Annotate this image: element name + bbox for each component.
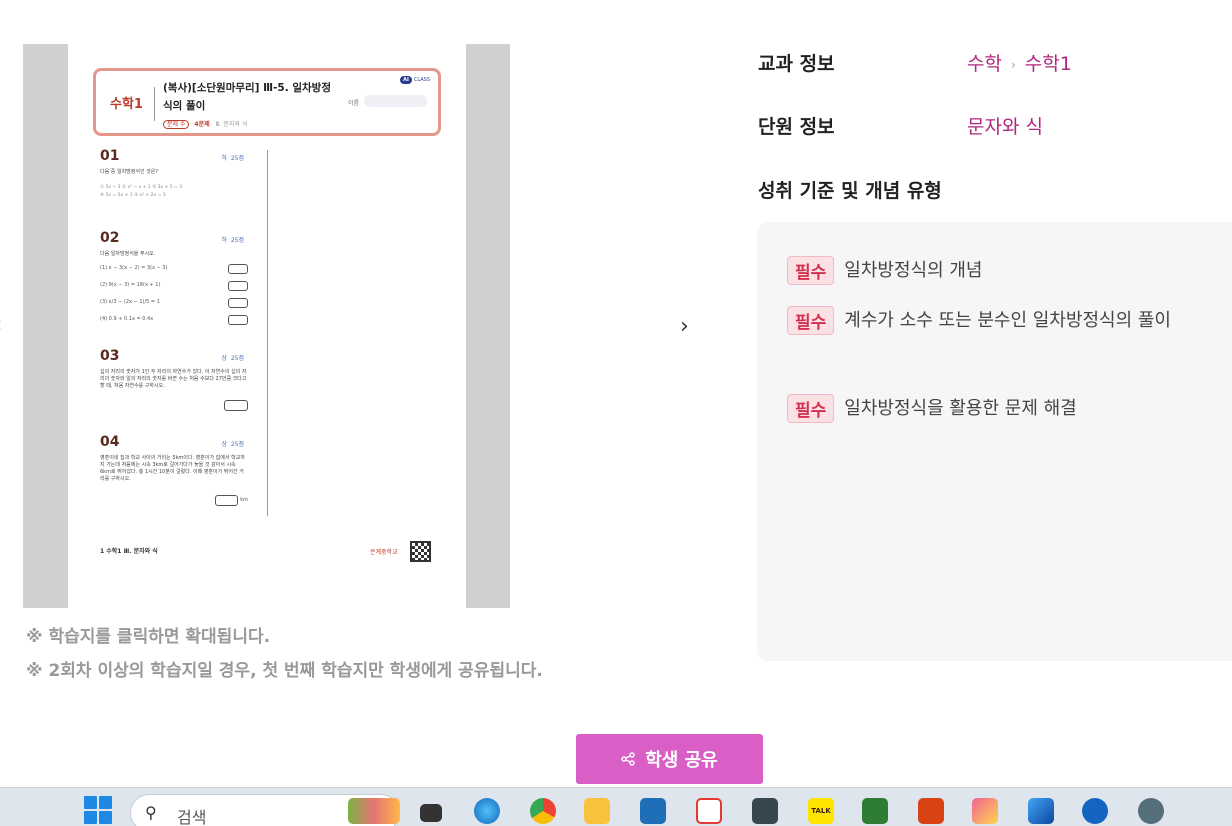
answer-box: [228, 281, 248, 291]
column-divider: [267, 150, 268, 516]
task-view-icon[interactable]: [420, 804, 442, 822]
question-text: 영훈이네 집과 학교 사이의 거리는 5km이다. 영훈이가 집에서 학교까지 …: [100, 455, 245, 482]
concept-item: 필수 계수가 소수 또는 분수인 일차방정식의 풀이: [787, 306, 1219, 335]
required-badge: 필수: [787, 306, 835, 335]
subject-info-label: 교과 정보: [758, 53, 835, 75]
question-options: ① 5x − 3 ② x² − x + 1 ③ 3x + 5 = 3 ④ 5x …: [100, 185, 183, 198]
required-badge: 필수: [787, 256, 835, 285]
answer-box: [228, 298, 248, 308]
worksheet-header: 수학1 (복사)[소단원마무리] Ⅲ-5. 일차방정식의 풀이 문제 수 4문제…: [93, 68, 441, 136]
worksheet-subject: 수학1: [110, 97, 143, 112]
sub-question: (2) 9(x − 3) = 18(x + 1): [100, 281, 248, 298]
worksheet-footer: 1 수학1 Ⅲ. 문자와 식: [100, 548, 158, 555]
question-count-label: 문제 수: [163, 120, 190, 129]
taskbar: ⚲ 검색 TALK: [0, 787, 1232, 826]
qr-code: [410, 541, 431, 562]
name-label: 이름: [348, 100, 360, 107]
subject-value: 수학: [967, 53, 1002, 75]
zoom-note: ※ 학습지를 클릭하면 확대됩니다.: [26, 627, 271, 647]
worksheet-unit: Ⅲ. 문자와 식: [215, 121, 248, 128]
notes-icon[interactable]: [752, 798, 778, 824]
course-value: 수학1: [1024, 53, 1072, 75]
concept-text: 일차방정식의 개념: [844, 260, 983, 281]
achievement-standard-label: 성취 기준 및 개념 유형: [758, 180, 942, 202]
teamviewer-icon[interactable]: [1082, 798, 1108, 824]
paint-icon[interactable]: [972, 798, 998, 824]
question-score: 상 25점: [221, 355, 244, 362]
unit-info-label: 단원 정보: [758, 116, 835, 138]
taskbar-search-placeholder: 검색: [177, 808, 207, 826]
concept-item: 필수 일차방정식의 개념: [787, 256, 982, 285]
pdf-app-icon[interactable]: [918, 798, 944, 824]
settings-icon[interactable]: [1138, 798, 1164, 824]
widgets-icon[interactable]: [348, 798, 400, 824]
concept-text: 계수가 소수 또는 분수인 일차방정식의 풀이: [844, 310, 1171, 331]
answer-box: [228, 264, 248, 274]
answer-box: [224, 400, 248, 411]
header-divider: [154, 87, 155, 121]
required-badge: 필수: [787, 394, 835, 423]
aiclass-logo-mark: AI: [400, 76, 412, 84]
photos-icon[interactable]: [1028, 798, 1054, 824]
star-app-icon[interactable]: [696, 798, 722, 824]
share-note: ※ 2회차 이상의 학습지일 경우, 첫 번째 학습지만 학생에게 공유됩니다.: [26, 661, 543, 681]
worksheet-meta: 문제 수 4문제 Ⅲ. 문자와 식: [163, 119, 248, 129]
sub-questions: (1) x − 3(x − 2) = 3(x − 3) (2) 9(x − 3)…: [100, 264, 248, 332]
question-score: 하 25점: [221, 237, 244, 244]
stock-app-icon[interactable]: [862, 798, 888, 824]
worksheet-title: (복사)[소단원마무리] Ⅲ-5. 일차방정식의 풀이: [163, 82, 332, 112]
aiclass-logo-text: CLASS: [413, 77, 430, 83]
sub-question: (4) 0.9 + 0.1x = 0.4x: [100, 315, 248, 332]
start-icon[interactable]: [84, 796, 112, 824]
question-3: 03 상 25점 십의 자리의 숫자가 1인 두 자리의 자연수가 있다. 이 …: [100, 348, 248, 411]
search-icon: ⚲: [145, 803, 157, 822]
question-text: 다음 일차방정식을 푸시오.: [100, 251, 156, 257]
unit-info-value: 문자와 식: [967, 116, 1043, 138]
question-1: 01 하 25점 다음 중 일차방정식인 것은? ① 5x − 3 ② x² −…: [100, 148, 248, 200]
next-worksheet-button[interactable]: ›: [680, 314, 689, 339]
concept-item: 필수 일차방정식을 활용한 문제 해결: [787, 394, 1077, 423]
edge-icon[interactable]: [474, 798, 500, 824]
question-text: 다음 중 일차방정식인 것은?: [100, 169, 159, 175]
question-2: 02 하 25점 다음 일차방정식을 푸시오. (1) x − 3(x − 2)…: [100, 230, 248, 332]
file-explorer-icon[interactable]: [584, 798, 610, 824]
question-score: 하 25점: [221, 155, 244, 162]
worksheet-preview[interactable]: 수학1 (복사)[소단원마무리] Ⅲ-5. 일차방정식의 풀이 문제 수 4문제…: [23, 44, 510, 608]
hancom-icon[interactable]: [640, 798, 666, 824]
share-button-label: 학생 공유: [645, 750, 718, 771]
subject-breadcrumb: 수학 › 수학1: [967, 49, 1072, 76]
name-box: [364, 95, 427, 107]
prev-worksheet-button[interactable]: ‹: [0, 312, 2, 336]
share-icon: [621, 752, 635, 766]
question-score: 상 25점: [221, 441, 244, 448]
chevron-right-icon: ›: [1010, 57, 1016, 72]
concept-list: 필수 일차방정식의 개념 필수 계수가 소수 또는 분수인 일차방정식의 풀이 …: [757, 222, 1232, 661]
kakaotalk-icon[interactable]: TALK: [808, 798, 834, 824]
chrome-icon[interactable]: [530, 798, 556, 824]
share-with-students-button[interactable]: 학생 공유: [576, 734, 763, 784]
answer-unit: km: [240, 497, 248, 503]
question-count-value: 4문제: [194, 121, 210, 128]
school-name: 은계중학교: [370, 549, 398, 556]
concept-text: 일차방정식을 활용한 문제 해결: [844, 398, 1077, 419]
worksheet-page: 수학1 (복사)[소단원마무리] Ⅲ-5. 일차방정식의 풀이 문제 수 4문제…: [68, 44, 466, 608]
sub-question: (3) x/3 − (2x − 1)/5 = 1: [100, 298, 248, 315]
aiclass-logo: AI CLASS: [400, 76, 430, 84]
answer-box: [228, 315, 248, 325]
question-4: 04 상 25점 영훈이네 집과 학교 사이의 거리는 5km이다. 영훈이가 …: [100, 434, 248, 506]
question-text: 십의 자리의 숫자가 1인 두 자리의 자연수가 있다. 이 자연수의 십의 자…: [100, 369, 247, 389]
sub-question: (1) x − 3(x − 2) = 3(x − 3): [100, 264, 248, 281]
answer-box: [215, 495, 238, 506]
